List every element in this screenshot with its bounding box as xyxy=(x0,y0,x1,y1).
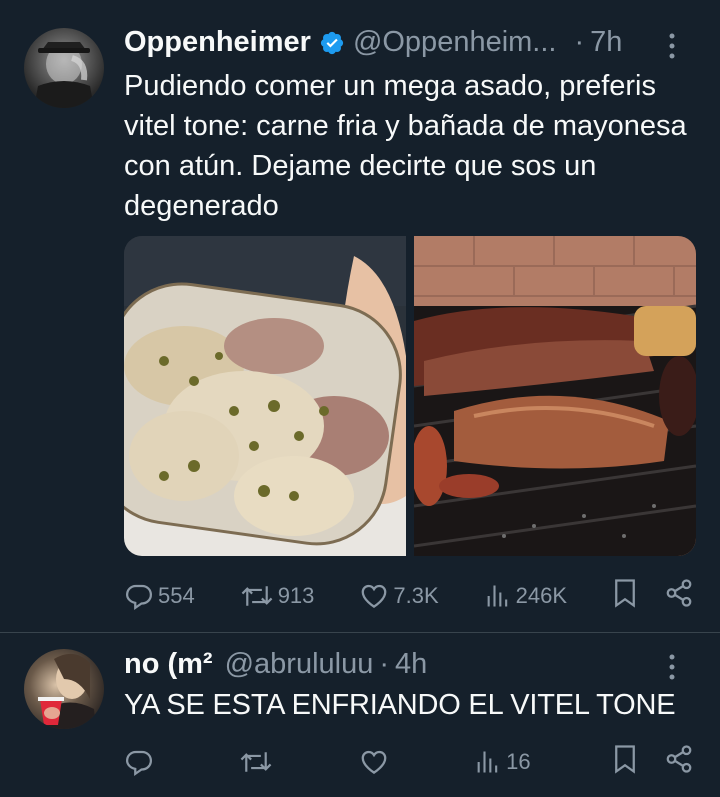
retweet-icon xyxy=(240,581,274,611)
tweet-header: Oppenheimer @Oppenheim... · 7h xyxy=(124,26,622,59)
reply-icon xyxy=(124,747,154,777)
views-count: 16 xyxy=(506,749,531,774)
like-button[interactable]: 7.3K xyxy=(359,581,439,611)
separator-dot: · xyxy=(574,26,585,58)
tweet-header: no (m² @abrululuu · 4h xyxy=(124,648,427,681)
timestamp[interactable]: 4h xyxy=(395,648,427,681)
media-image-asado[interactable] xyxy=(414,236,696,556)
like-button[interactable] xyxy=(359,747,393,777)
more-icon[interactable] xyxy=(658,32,686,60)
like-icon xyxy=(359,747,389,777)
action-bar: 554 913 7.3K 246K xyxy=(124,578,694,614)
avatar[interactable] xyxy=(24,28,104,108)
share-icon[interactable] xyxy=(664,578,694,614)
avatar[interactable] xyxy=(24,649,104,729)
views-icon xyxy=(474,748,502,776)
timestamp[interactable]: 7h xyxy=(590,26,622,59)
retweet-button[interactable]: 913 xyxy=(240,581,315,611)
tweet-media[interactable] xyxy=(124,236,696,556)
separator-dot: · xyxy=(379,648,390,680)
reply-button[interactable]: 554 xyxy=(124,581,195,611)
views-icon xyxy=(484,582,512,610)
retweet-count: 913 xyxy=(277,583,315,608)
more-icon[interactable] xyxy=(658,653,686,681)
retweet-icon xyxy=(239,747,273,777)
media-image-vitel-tone[interactable] xyxy=(124,236,406,556)
bookmark-icon[interactable] xyxy=(612,578,638,614)
handle[interactable]: @Oppenheim... xyxy=(353,26,557,59)
like-count: 7.3K xyxy=(393,583,439,608)
tweet-reply[interactable]: no (m² @abrululuu · 4h YA SE ESTA ENFRIA… xyxy=(0,633,720,797)
bookmark-icon[interactable] xyxy=(612,744,638,780)
tweet-primary[interactable]: Oppenheimer @Oppenheim... · 7h Pudiendo … xyxy=(0,0,720,632)
display-name[interactable]: Oppenheimer xyxy=(124,26,311,59)
share-icon[interactable] xyxy=(664,744,694,780)
retweet-button[interactable] xyxy=(239,747,277,777)
views-button[interactable]: 16 xyxy=(474,748,531,776)
display-name[interactable]: no (m² xyxy=(124,648,213,681)
tweet-text: Pudiendo comer un mega asado, preferis v… xyxy=(124,70,687,222)
views-count: 246K xyxy=(515,583,567,608)
handle[interactable]: @abrululuu xyxy=(225,648,374,681)
tweet-text: YA SE ESTA ENFRIANDO EL VITEL TONE xyxy=(124,689,676,721)
reply-count: 554 xyxy=(158,583,195,608)
reply-icon xyxy=(124,581,154,611)
like-icon xyxy=(359,581,389,611)
action-bar: 16 xyxy=(124,744,694,780)
reply-button[interactable] xyxy=(124,747,158,777)
views-button[interactable]: 246K xyxy=(484,582,567,610)
verified-badge-icon xyxy=(319,30,345,56)
